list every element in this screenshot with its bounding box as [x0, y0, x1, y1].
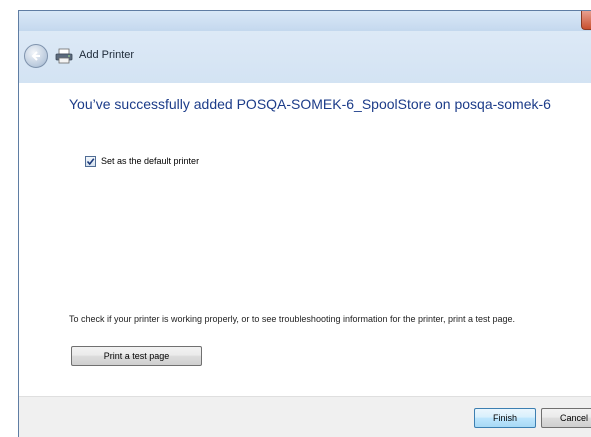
wizard-content: You’ve successfully added POSQA-SOMEK-6_… [19, 83, 591, 397]
default-printer-option[interactable]: Set as the default printer [85, 154, 199, 168]
window-title: Add Printer [79, 49, 135, 61]
wizard-header: Add Printer [19, 31, 591, 83]
close-button[interactable] [581, 11, 591, 30]
back-button[interactable] [24, 44, 48, 68]
success-heading: You’ve successfully added POSQA-SOMEK-6_… [69, 96, 551, 112]
default-printer-checkbox[interactable] [85, 155, 96, 167]
title-bar[interactable] [19, 11, 591, 31]
printer-icon [55, 48, 73, 64]
test-page-info: To check if your printer is working prop… [69, 314, 516, 324]
default-printer-label[interactable]: Set as the default printer [101, 156, 199, 166]
back-arrow-icon [31, 51, 40, 61]
button-bar: Finish Cancel [19, 396, 591, 437]
cancel-button[interactable]: Cancel [541, 408, 591, 428]
print-test-page-button[interactable]: Print a test page [71, 346, 202, 366]
screen: Add Printer You’ve successfully added PO… [0, 0, 591, 437]
finish-button[interactable]: Finish [474, 408, 536, 428]
add-printer-window: Add Printer You’ve successfully added PO… [18, 10, 591, 437]
checkmark-icon [86, 157, 95, 165]
